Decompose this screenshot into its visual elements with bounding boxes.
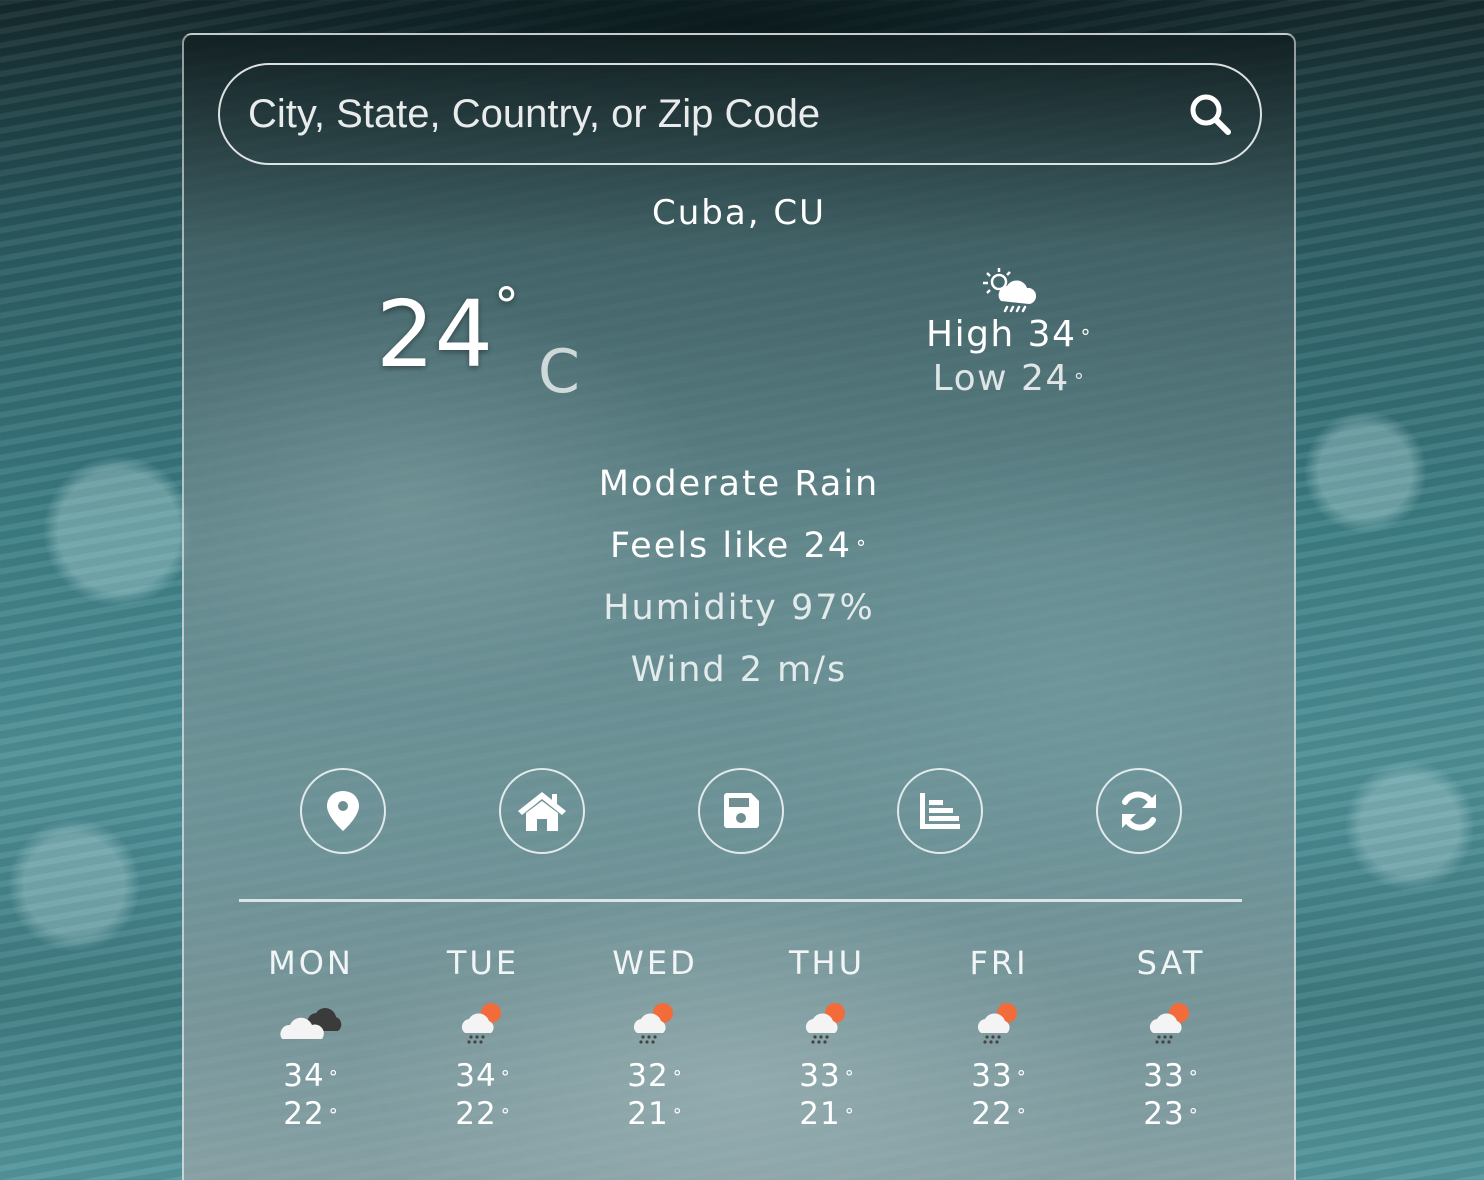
location-label: Cuba, CU [652,193,826,233]
forecast-high: 33 ° [914,1057,1084,1095]
forecast-day-name: FRI [969,944,1029,982]
forecast-high: 33 ° [742,1057,912,1095]
forecast-high-value: 32 [627,1058,669,1094]
forecast-row: MON 34 ° 22 ° TUE 34 ° 22 ° WED 32 ° 21 … [226,941,1256,1133]
low-temperature: Low 24 ° [914,357,1104,401]
action-buttons [300,768,1182,854]
search-bar [218,63,1262,165]
forecast-high-value: 34 [455,1058,497,1094]
forecast-high-value: 33 [971,1058,1013,1094]
forecast-day-name: WED [612,944,698,982]
weather-card: Cuba, CU 24 ° C [182,33,1296,1180]
forecast-low: 22 ° [226,1095,396,1133]
degree-symbol: ° [1188,1067,1199,1088]
search-button[interactable] [1180,84,1240,144]
forecast-day: TUE 34 ° 22 ° [398,941,568,1133]
forecast-low: 23 ° [1086,1095,1256,1133]
forecast-day: FRI 33 ° 22 ° [914,941,1084,1133]
feels-like-text: Feels like 24 [609,526,853,566]
low-temperature-text: Low 24 [932,358,1070,399]
home-icon [518,792,566,831]
sun-rain-icon [805,1003,845,1044]
forecast-day: WED 32 ° 21 ° [570,941,740,1133]
degree-symbol: ° [500,1105,511,1126]
save-button[interactable] [698,768,784,854]
high-temperature-text: High 34 [926,314,1077,355]
forecast-low: 21 ° [570,1095,740,1133]
current-temperature: 24 ° C [376,277,616,415]
chart-icon [920,793,960,829]
weather-details: Moderate Rain Feels like 24 ° Humidity 97… [184,453,1294,701]
degree-symbol: ° [1073,369,1086,393]
sun-cloud-rain-icon [983,268,1037,313]
degree-symbol: ° [844,1105,855,1126]
search-input[interactable] [220,90,1180,138]
forecast-high-value: 34 [283,1058,325,1094]
location-button[interactable] [300,768,386,854]
degree-symbol: ° [672,1105,683,1126]
sun-rain-icon [977,1003,1017,1044]
forecast-day-name: MON [268,944,354,982]
degree-symbol: ° [1188,1105,1199,1126]
degree-symbol: ° [844,1067,855,1088]
chart-button[interactable] [897,768,983,854]
forecast-day-name: TUE [446,944,520,982]
temperature-unit-toggle[interactable]: C [538,337,580,407]
save-icon [724,793,759,828]
temperature-degree-symbol: ° [494,277,519,335]
location-pin-icon [327,791,359,831]
forecast-day-name: SAT [1136,944,1206,982]
divider [239,899,1242,902]
degree-symbol: ° [1080,325,1092,349]
forecast-low: 22 ° [398,1095,568,1133]
forecast-day-name: THU [788,944,866,982]
sun-rain-icon [633,1003,673,1044]
forecast-day: THU 33 ° 21 ° [742,941,912,1133]
forecast-low-value: 22 [455,1096,497,1132]
degree-symbol: ° [328,1067,339,1088]
degree-symbol: ° [328,1105,339,1126]
forecast-low: 22 ° [914,1095,1084,1133]
home-button[interactable] [499,768,585,854]
sun-rain-icon [1149,1003,1189,1044]
refresh-icon [1122,791,1156,831]
cloudy-icon [280,1008,342,1039]
forecast-high: 34 ° [226,1057,396,1095]
forecast-high: 33 ° [1086,1057,1256,1095]
forecast-low-value: 22 [283,1096,325,1132]
degree-symbol: ° [1016,1105,1027,1126]
forecast-low-value: 22 [971,1096,1013,1132]
degree-symbol: ° [672,1067,683,1088]
wind-label: Wind 2 m/s [630,650,848,690]
forecast-high-value: 33 [1143,1058,1185,1094]
forecast-high: 34 ° [398,1057,568,1095]
forecast-low: 21 ° [742,1095,912,1133]
forecast-low-value: 21 [799,1096,841,1132]
sun-rain-icon [461,1003,501,1044]
refresh-button[interactable] [1096,768,1182,854]
temperature-value: 24 [376,281,494,388]
forecast-high: 32 ° [570,1057,740,1095]
forecast-low-value: 21 [627,1096,669,1132]
forecast-day: MON 34 ° 22 ° [226,941,396,1133]
degree-symbol: ° [856,536,869,560]
feels-like-label: Feels like 24 ° [184,515,1294,577]
forecast-high-value: 33 [799,1058,841,1094]
condition-label: Moderate Rain [598,464,880,504]
high-temperature: High 34 ° [914,313,1104,357]
humidity-label: Humidity 97% [603,588,875,628]
degree-symbol: ° [1016,1067,1027,1088]
high-low-block: High 34 ° Low 24 ° [914,265,1104,401]
search-icon [1190,94,1231,135]
forecast-day: SAT 33 ° 23 ° [1086,941,1256,1133]
degree-symbol: ° [500,1067,511,1088]
forecast-low-value: 23 [1143,1096,1185,1132]
